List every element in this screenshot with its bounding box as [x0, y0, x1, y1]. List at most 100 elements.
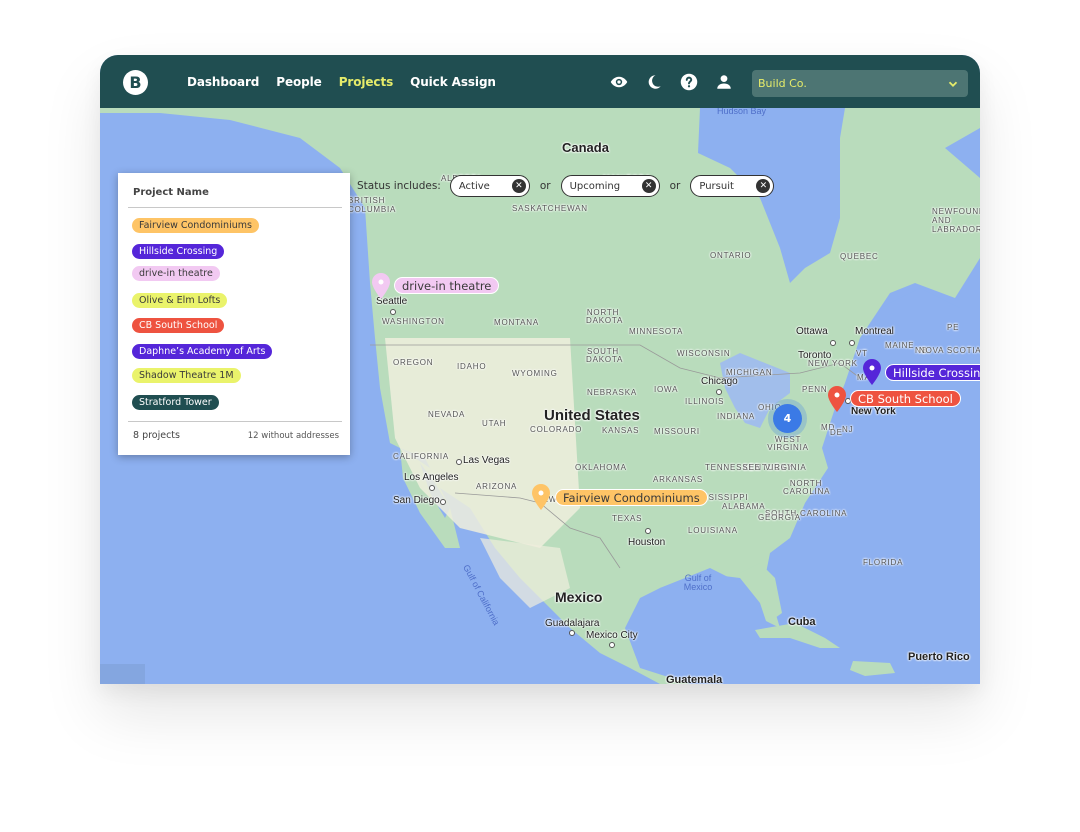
map-label-region: NJ [842, 425, 854, 434]
nav-link-quick-assign[interactable]: Quick Assign [410, 75, 496, 89]
status-chip-active[interactable]: Active ✕ [449, 175, 530, 197]
eye-icon[interactable] [610, 73, 628, 91]
map-label-region: ONTARIO [710, 251, 752, 260]
map-label-city: Chicago [701, 376, 738, 387]
city-dot [456, 459, 462, 465]
nav-links: Dashboard People Projects Quick Assign [187, 55, 496, 108]
map-label-region: QUEBEC [840, 252, 879, 261]
user-icon[interactable] [715, 73, 733, 91]
projects-panel: Project Name Fairview Condominiums Hills… [118, 173, 350, 455]
map[interactable]: Hudson Bay Canada ALBERTA BRITISH COLUMB… [100, 108, 980, 684]
map-label-region: IOWA [654, 385, 679, 394]
map-label-region: SOUTH DAKOTA [586, 347, 624, 364]
city-dot [569, 630, 575, 636]
project-chip[interactable]: CB South School [132, 318, 225, 333]
nav-icons [610, 55, 733, 108]
map-label-city: Montreal [855, 326, 894, 337]
map-label-country: Puerto Rico [908, 651, 970, 663]
map-label-water: Hudson Bay [717, 108, 767, 116]
project-chip[interactable]: Stratford Tower [132, 395, 219, 410]
map-label-region: IDAHO [457, 362, 487, 371]
map-label-region: NORTH CAROLINA [783, 479, 831, 496]
map-label-region: NOVA SCOTIA [919, 346, 980, 355]
map-label-country: Guatemala [666, 674, 723, 684]
status-filter-label: Status includes: [357, 180, 441, 192]
map-label-region: WISCONSIN [677, 349, 731, 358]
map-label-country: Mexico [555, 589, 603, 605]
map-cluster-marker[interactable]: 4 [773, 404, 802, 433]
map-pin-icon[interactable] [827, 385, 847, 413]
map-label-city: San Diego [393, 495, 440, 506]
map-pin-icon[interactable] [862, 358, 882, 386]
map-label-region: NEBRASKA [587, 388, 637, 397]
map-label-region: MAINE [885, 341, 915, 350]
map-label-region: PE [947, 323, 960, 332]
map-label-region: MONTANA [494, 318, 540, 327]
map-pin-label[interactable]: CB South School [850, 390, 961, 407]
map-label-region: SASKATCHEWAN [512, 204, 588, 213]
project-chip[interactable]: Daphne’s Academy of Arts [132, 344, 273, 359]
map-label-region: NEVADA [428, 410, 466, 419]
app-window: B Dashboard People Projects Quick Assign… [100, 55, 980, 684]
company-select-value: Build Co. [758, 77, 807, 90]
status-chip-label: Pursuit [699, 180, 734, 192]
map-label-city: Ottawa [796, 326, 828, 337]
city-dot [849, 340, 855, 346]
map-label-city: Los Angeles [404, 472, 459, 483]
project-chip[interactable]: Fairview Condominiums [132, 218, 259, 233]
map-pin-icon[interactable] [531, 483, 551, 511]
status-separator: or [539, 180, 551, 192]
project-chip[interactable]: Shadow Theatre 1M [132, 368, 241, 383]
moon-icon[interactable] [645, 73, 663, 91]
close-icon[interactable]: ✕ [756, 179, 771, 193]
map-label-region: TENNESSEE [705, 463, 761, 472]
city-dot [645, 528, 651, 534]
project-chip[interactable]: Olive & Elm Lofts [132, 293, 228, 308]
map-label-city: Houston [628, 537, 666, 548]
status-separator: or [669, 180, 681, 192]
city-dot [429, 485, 435, 491]
nav-link-projects[interactable]: Projects [339, 75, 394, 89]
project-chip[interactable]: drive-in theatre [132, 266, 220, 281]
city-dot [716, 389, 722, 395]
map-pin-label[interactable]: drive-in theatre [394, 277, 500, 294]
map-pin-label[interactable]: Hillside Crossing [885, 364, 980, 381]
map-label-region: ARKANSAS [653, 475, 703, 484]
city-dot [390, 309, 396, 315]
status-chip-pursuit[interactable]: Pursuit ✕ [690, 175, 775, 197]
map-label-region: WASHINGTON [382, 317, 445, 326]
map-label-country: United States [544, 407, 640, 424]
map-label-country: Cuba [788, 616, 816, 628]
map-pin-label[interactable]: Fairview Condominiums [555, 489, 708, 506]
map-label-city: Toronto [798, 350, 832, 361]
map-label-region: NORTH DAKOTA [586, 308, 624, 325]
map-label-region: OKLAHOMA [575, 463, 627, 472]
project-count: 8 projects [133, 430, 180, 441]
help-icon[interactable] [680, 73, 698, 91]
map-label-city: New York [851, 406, 896, 417]
map-label-region: VIRGINIA [765, 463, 807, 472]
map-label-region: DE [830, 428, 843, 437]
close-icon[interactable]: ✕ [641, 179, 656, 193]
logo[interactable]: B [123, 70, 148, 95]
city-dot [609, 642, 615, 648]
map-label-region: GEORGIA [758, 513, 801, 522]
map-label-city: Las Vegas [463, 455, 510, 466]
panel-header: Project Name [133, 187, 209, 198]
close-icon[interactable]: ✕ [511, 179, 526, 193]
company-select[interactable]: Build Co. [752, 70, 968, 97]
map-label-region: KANSAS [602, 426, 640, 435]
status-chip-label: Upcoming [569, 180, 621, 192]
nav-link-dashboard[interactable]: Dashboard [187, 75, 259, 89]
map-label-region: NEWFOUNDLAND AND LABRADOR [932, 207, 980, 234]
without-address-count[interactable]: 12 without addresses [248, 431, 339, 441]
project-chip[interactable]: Hillside Crossing [132, 244, 225, 259]
nav-link-people[interactable]: People [276, 75, 322, 89]
city-dot [440, 499, 446, 505]
map-label-water: Gulf of Mexico [683, 573, 713, 592]
status-chip-upcoming[interactable]: Upcoming ✕ [560, 175, 660, 197]
map-label-region: LOUISIANA [688, 526, 738, 535]
map-pin-icon[interactable] [371, 272, 391, 300]
map-label-region: ALABAMA [722, 502, 766, 511]
map-label-region: OREGON [393, 358, 434, 367]
